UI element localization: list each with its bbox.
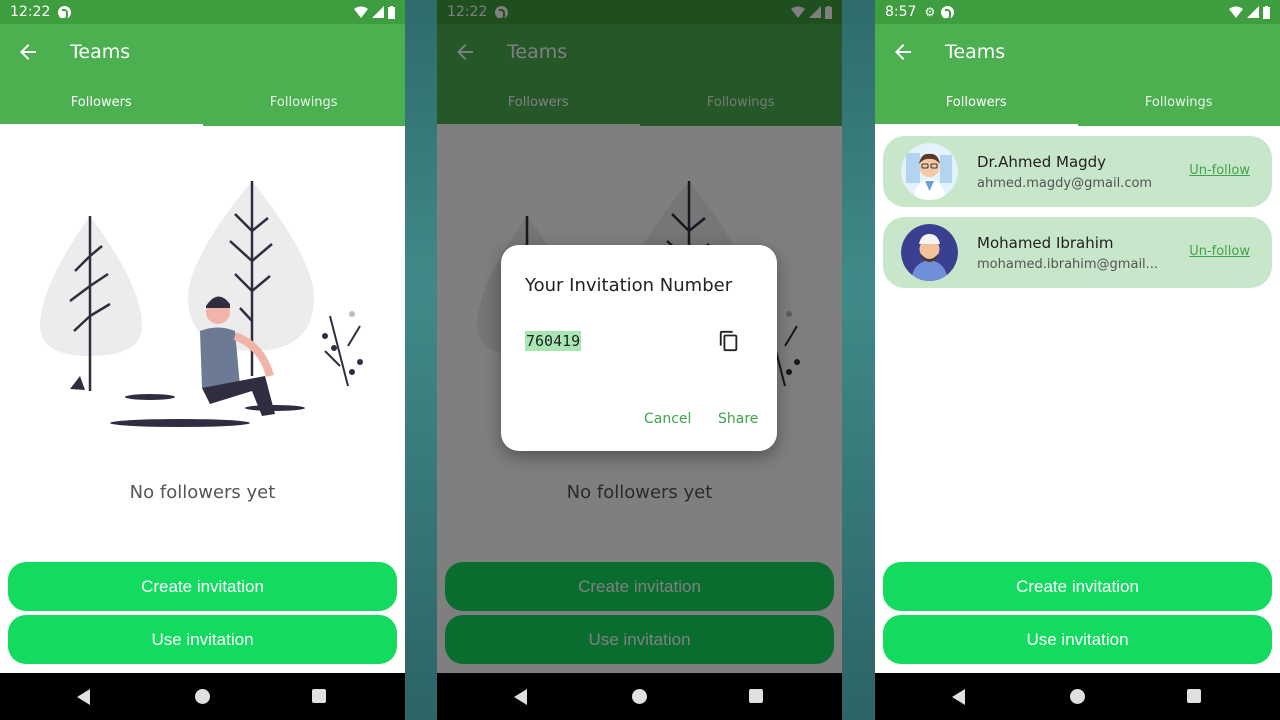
app-bar: Teams Followers Followings xyxy=(875,24,1280,126)
create-invitation-button[interactable]: Create invitation xyxy=(8,562,397,611)
unfollow-link[interactable]: Un-follow xyxy=(1189,163,1250,178)
tab-followers[interactable]: Followers xyxy=(0,86,203,126)
nav-back-icon[interactable] xyxy=(952,689,965,705)
back-arrow-icon[interactable] xyxy=(891,40,915,64)
follower-email: ahmed.magdy@gmail.com xyxy=(977,176,1153,191)
share-button[interactable]: Share xyxy=(718,411,758,427)
page-title: Teams xyxy=(945,41,1006,63)
content-area: No followers yet Create invitation Use i… xyxy=(0,126,405,673)
empty-state-illustration xyxy=(40,181,363,427)
nav-home-icon[interactable] xyxy=(195,689,210,704)
unfollow-link[interactable]: Un-follow xyxy=(1189,244,1250,259)
follower-email: mohamed.ibrahim@gmail... xyxy=(977,257,1159,272)
tab-bar: Followers Followings xyxy=(875,86,1280,126)
follower-name: Dr.Ahmed Magdy xyxy=(977,153,1107,171)
android-notification-icon: ⚙ xyxy=(924,5,936,19)
nav-recents-icon[interactable] xyxy=(749,689,763,703)
wifi-icon xyxy=(354,6,368,18)
back-arrow-icon[interactable] xyxy=(16,40,40,64)
system-nav-bar xyxy=(0,673,405,720)
status-bar: 12:22 xyxy=(0,0,405,24)
app-bar: Teams Followers Followings xyxy=(0,24,405,126)
nav-home-icon[interactable] xyxy=(1070,689,1085,704)
signal-icon xyxy=(372,6,384,18)
use-invitation-button[interactable]: Use invitation xyxy=(8,615,397,664)
phone-screen-followers: 8:57 ⚙ Teams Followers Followings Dr.Ahm… xyxy=(875,0,1280,720)
nav-back-icon[interactable] xyxy=(514,689,527,705)
tab-bar: Followers Followings xyxy=(0,86,405,126)
app-notification-icon xyxy=(58,5,72,20)
follower-name: Mohamed Ibrahim xyxy=(977,234,1114,252)
content-area: Dr.Ahmed Magdy ahmed.magdy@gmail.com Un-… xyxy=(875,126,1280,673)
create-invitation-button[interactable]: Create invitation xyxy=(883,562,1272,611)
nav-back-icon[interactable] xyxy=(77,689,90,705)
nav-recents-icon[interactable] xyxy=(1187,689,1201,703)
status-bar: 8:57 ⚙ xyxy=(875,0,1280,24)
phone-screen-empty: 12:22 Teams Followers Followings No foll… xyxy=(0,0,405,720)
page-title: Teams xyxy=(70,41,131,63)
wifi-icon xyxy=(1229,6,1243,18)
dialog-title: Your Invitation Number xyxy=(525,275,733,296)
copy-icon[interactable] xyxy=(718,330,740,352)
avatar xyxy=(901,224,958,281)
status-time: 8:57 xyxy=(885,4,917,20)
status-time: 12:22 xyxy=(10,4,51,20)
invitation-dialog: Your Invitation Number 760419 Cancel Sha… xyxy=(501,245,777,451)
system-nav-bar xyxy=(437,673,842,720)
tab-followings[interactable]: Followings xyxy=(1078,86,1280,126)
avatar xyxy=(901,143,958,200)
status-icons xyxy=(1229,5,1270,19)
system-nav-bar xyxy=(875,673,1280,720)
app-notification-icon xyxy=(941,5,955,20)
nav-home-icon[interactable] xyxy=(632,689,647,704)
tab-followings[interactable]: Followings xyxy=(203,86,406,126)
follower-card[interactable]: Dr.Ahmed Magdy ahmed.magdy@gmail.com Un-… xyxy=(883,136,1272,207)
status-icons xyxy=(354,5,395,19)
use-invitation-button[interactable]: Use invitation xyxy=(883,615,1272,664)
battery-icon xyxy=(1263,5,1270,19)
signal-icon xyxy=(1247,6,1259,18)
tab-followers[interactable]: Followers xyxy=(875,86,1078,126)
empty-state-text: No followers yet xyxy=(129,482,276,503)
cancel-button[interactable]: Cancel xyxy=(644,411,691,427)
invitation-code[interactable]: 760419 xyxy=(525,331,582,351)
battery-icon xyxy=(388,5,395,19)
nav-recents-icon[interactable] xyxy=(312,689,326,703)
follower-card[interactable]: Mohamed Ibrahim mohamed.ibrahim@gmail...… xyxy=(883,217,1272,288)
phone-screen-dialog: 12:22 Teams Followers Followings No foll… xyxy=(437,0,842,720)
